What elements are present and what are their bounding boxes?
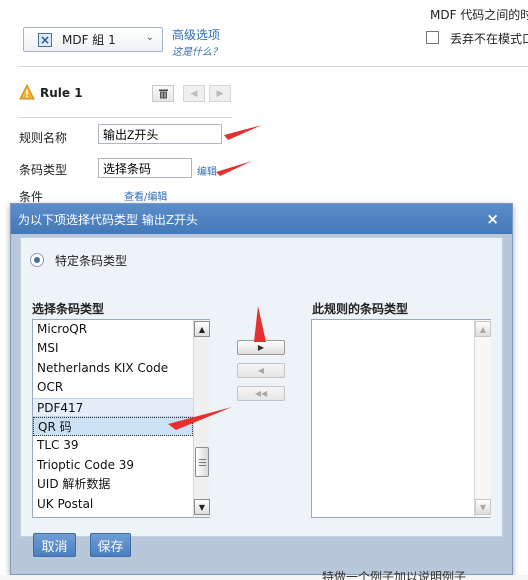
background-bottom-text: 特做一个例子加以说明例子 [322, 570, 467, 580]
annotation-arrows-dialog [168, 306, 266, 430]
